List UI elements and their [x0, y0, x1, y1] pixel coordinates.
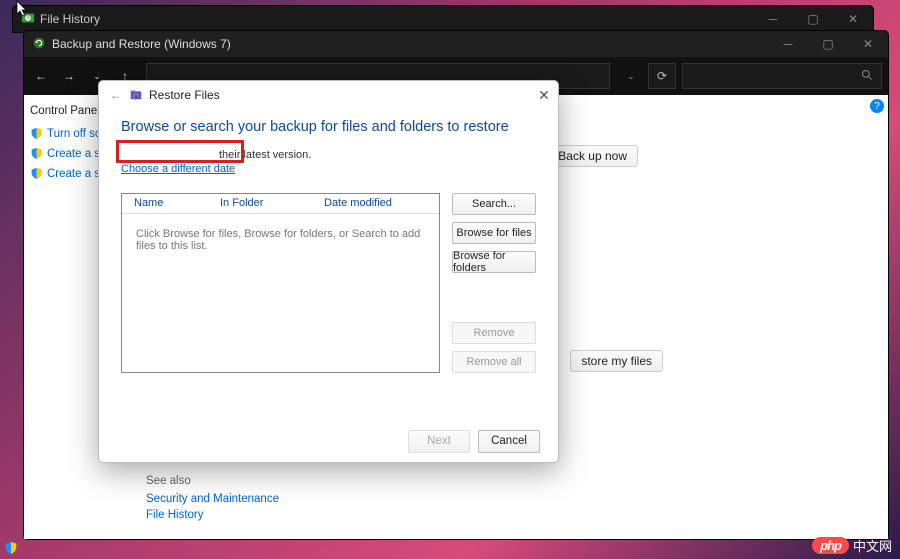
- close-button[interactable]: ✕: [848, 31, 888, 57]
- restore-files-icon: [129, 87, 143, 104]
- restore-files-dialog: ← Restore Files ✕ Browse or search your …: [98, 80, 559, 463]
- shield-icon: [4, 541, 18, 555]
- see-also-section: See also Security and Maintenance File H…: [146, 475, 279, 525]
- remove-all-button: Remove all: [452, 351, 536, 373]
- nav-forward-button[interactable]: →: [58, 65, 80, 87]
- dialog-back-button[interactable]: ←: [107, 88, 125, 102]
- refresh-button[interactable]: ⟳: [648, 63, 676, 89]
- shield-icon: [30, 127, 43, 140]
- remove-button: Remove: [452, 322, 536, 344]
- choose-different-date-link[interactable]: Choose a different date: [121, 163, 235, 175]
- address-dropdown-icon[interactable]: ⌄: [620, 65, 642, 87]
- cancel-button[interactable]: Cancel: [478, 430, 540, 453]
- watermark: php 中文网: [812, 536, 892, 555]
- file-list-empty-message: Click Browse for files, Browse for folde…: [122, 214, 439, 266]
- col-date-modified[interactable]: Date modified: [312, 194, 404, 213]
- browse-for-files-button[interactable]: Browse for files: [452, 222, 536, 244]
- col-in-folder[interactable]: In Folder: [208, 194, 312, 213]
- col-name[interactable]: Name: [122, 194, 208, 213]
- see-also-security[interactable]: Security and Maintenance: [146, 493, 279, 505]
- dialog-title: Restore Files: [149, 88, 220, 102]
- note-truncated: their latest version.: [219, 149, 536, 161]
- search-icon: [861, 69, 873, 84]
- shield-icon: [30, 147, 43, 160]
- file-list: Name In Folder Date modified Click Brows…: [121, 193, 440, 373]
- restore-my-files-button[interactable]: store my files: [570, 350, 663, 372]
- backup-restore-titlebar: Backup and Restore (Windows 7) ─ ▢ ✕: [24, 31, 888, 57]
- minimize-button[interactable]: ─: [768, 31, 808, 57]
- minimize-button[interactable]: ─: [753, 6, 793, 32]
- search-box[interactable]: [682, 63, 882, 89]
- maximize-button[interactable]: ▢: [793, 6, 833, 32]
- mouse-cursor-icon: [16, 0, 28, 21]
- highlight-annotation: Choose a different date: [116, 140, 244, 163]
- info-icon[interactable]: ?: [870, 99, 884, 113]
- shield-icon: [30, 167, 43, 180]
- dialog-close-button[interactable]: ✕: [534, 85, 554, 105]
- see-also-file-history[interactable]: File History: [146, 509, 279, 521]
- nav-back-button[interactable]: ←: [30, 65, 52, 87]
- file-list-header: Name In Folder Date modified: [122, 194, 439, 214]
- next-button: Next: [408, 430, 470, 453]
- search-button[interactable]: Search...: [452, 193, 536, 215]
- watermark-text: 中文网: [853, 536, 892, 555]
- dialog-footer: Next Cancel: [99, 420, 558, 462]
- maximize-button[interactable]: ▢: [808, 31, 848, 57]
- close-button[interactable]: ✕: [833, 6, 873, 32]
- browse-for-folders-button[interactable]: Browse for folders: [452, 251, 536, 273]
- see-also-header: See also: [146, 475, 279, 487]
- watermark-pill: php: [812, 537, 849, 554]
- dialog-titlebar: ← Restore Files ✕: [99, 81, 558, 109]
- backup-restore-icon: [32, 36, 46, 53]
- backup-restore-title: Backup and Restore (Windows 7): [52, 37, 231, 51]
- dialog-heading: Browse or search your backup for files a…: [121, 119, 536, 135]
- file-history-title: File History: [40, 12, 100, 26]
- file-history-window-titlebar: File History ─ ▢ ✕: [12, 5, 874, 33]
